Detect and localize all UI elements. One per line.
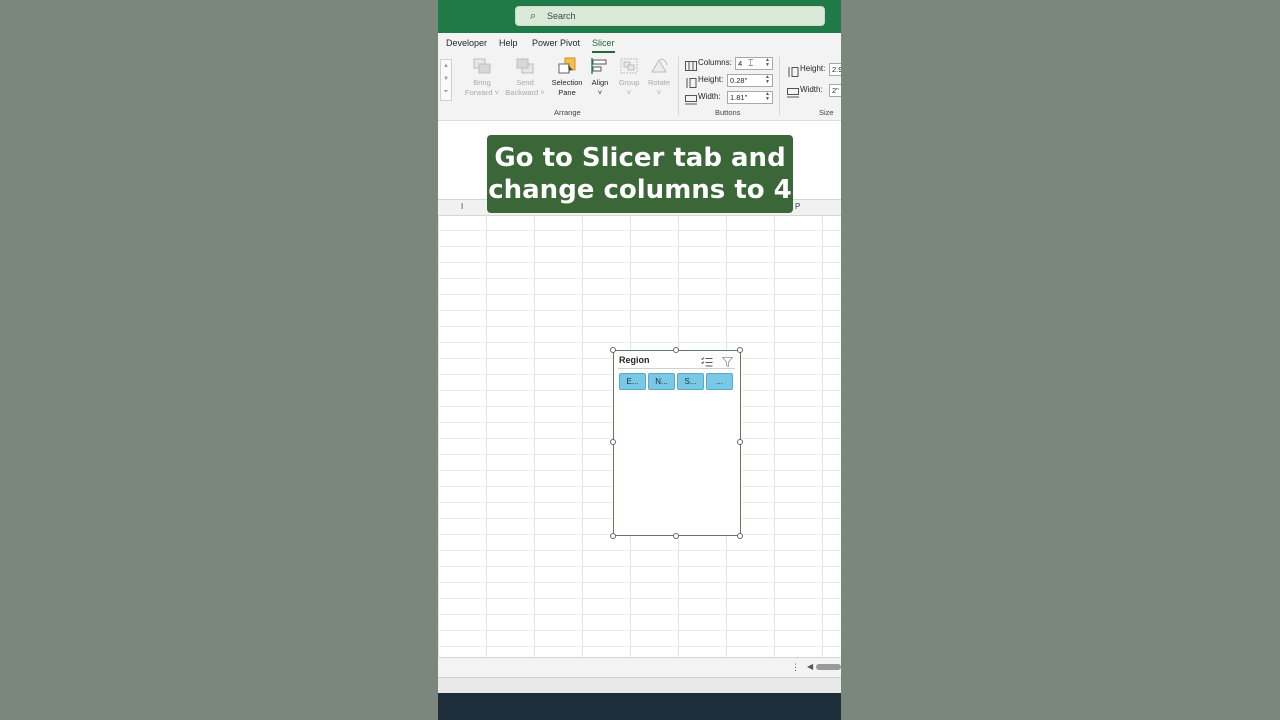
group-separator xyxy=(779,57,780,115)
width-icon xyxy=(685,92,697,105)
more-options-icon[interactable]: ⋮ xyxy=(791,662,800,673)
slicer-item-3[interactable]: S... xyxy=(677,373,704,390)
slicer-width-input[interactable]: 2" xyxy=(829,84,841,97)
text-cursor-icon: ⌶ xyxy=(748,58,754,68)
send-backward-button[interactable]: Send Backward ˅ xyxy=(505,57,545,98)
bring-forward-icon xyxy=(472,57,492,75)
slicer-height-input[interactable]: 2.9 xyxy=(829,63,841,76)
send-backward-label-1: Send xyxy=(516,78,534,87)
group-separator xyxy=(678,57,679,115)
slicer-item-2[interactable]: N... xyxy=(648,373,675,390)
column-header-i[interactable]: I xyxy=(461,202,463,211)
align-icon xyxy=(590,57,610,75)
status-bar xyxy=(438,677,841,694)
gallery-up-icon: ▲ xyxy=(443,63,449,69)
slicer-height-field: Height: 2.9 xyxy=(787,63,841,77)
bring-forward-button[interactable]: Bring Forward ˅ xyxy=(462,57,502,98)
columns-spinner[interactable]: ▲ ▼ xyxy=(765,58,770,68)
rotate-icon xyxy=(649,57,669,75)
slicer-item-4[interactable]: ... xyxy=(706,373,733,390)
slicer-title: Region xyxy=(619,355,650,365)
callout-line-2: change columns to 4 xyxy=(488,175,792,205)
columns-input[interactable]: 4 ⌶ ▲ ▼ xyxy=(735,57,773,70)
size-group-label: Size xyxy=(819,108,834,117)
sheet-tab-bar: ⋮ ◀ xyxy=(438,657,841,678)
horizontal-scrollbar[interactable] xyxy=(816,664,841,670)
button-width-field: Width: 1.81" ▲ ▼ xyxy=(685,91,775,105)
excel-window: ⌕ Search Developer Help Power Pivot Slic… xyxy=(438,0,841,720)
send-backward-label-2: Backward ˅ xyxy=(505,88,545,97)
send-backward-icon xyxy=(515,57,535,75)
clear-filter-icon[interactable] xyxy=(721,354,734,368)
group-icon xyxy=(619,57,639,75)
bring-forward-label-1: Bring xyxy=(473,78,491,87)
slicer-buttons: E... N... S... ... xyxy=(619,373,737,391)
height-icon xyxy=(685,75,697,88)
slicer-width-value: 2" xyxy=(832,86,839,95)
title-bar: ⌕ Search xyxy=(438,0,841,33)
search-placeholder: Search xyxy=(547,11,576,21)
column-header-p[interactable]: P xyxy=(795,202,800,211)
resize-handle-left[interactable] xyxy=(610,439,616,445)
resize-handle-bottom-left[interactable] xyxy=(610,533,616,539)
tab-developer[interactable]: Developer xyxy=(446,38,487,48)
callout-line-1: Go to Slicer tab and xyxy=(494,143,786,173)
resize-handle-bottom[interactable] xyxy=(673,533,679,539)
slicer-height-value: 2.9 xyxy=(832,65,841,74)
button-height-label: Height: xyxy=(698,75,724,84)
columns-label: Columns: xyxy=(698,58,732,67)
instruction-callout: Go to Slicer tab and change columns to 4 xyxy=(487,135,793,213)
search-icon: ⌕ xyxy=(530,10,537,22)
slicer-height-label: Height: xyxy=(800,64,826,73)
button-height-spinner[interactable]: ▲ ▼ xyxy=(765,75,770,85)
columns-icon xyxy=(685,58,697,71)
resize-handle-right[interactable] xyxy=(737,439,743,445)
slicer-item-1[interactable]: E... xyxy=(619,373,646,390)
region-slicer[interactable]: Region E... N... S... ... xyxy=(613,350,741,536)
rotate-button[interactable]: Rotate ˅ xyxy=(639,57,679,98)
ribbon-tabs: Developer Help Power Pivot Slicer xyxy=(438,33,841,53)
button-width-label: Width: xyxy=(698,92,721,101)
slicer-width-field: Width: 2" xyxy=(787,84,841,98)
button-height-input[interactable]: 0.28" ▲ ▼ xyxy=(727,74,773,87)
tab-slicer[interactable]: Slicer xyxy=(592,38,615,53)
button-height-value: 0.28" xyxy=(730,76,748,85)
button-width-input[interactable]: 1.81" ▲ ▼ xyxy=(727,91,773,104)
height-icon xyxy=(787,64,799,77)
resize-handle-top[interactable] xyxy=(673,347,679,353)
resize-handle-bottom-right[interactable] xyxy=(737,533,743,539)
button-height-field: Height: 0.28" ▲ ▼ xyxy=(685,74,775,88)
width-icon xyxy=(787,85,799,98)
resize-handle-top-right[interactable] xyxy=(737,347,743,353)
columns-field: Columns: 4 ⌶ ▲ ▼ xyxy=(685,57,775,71)
tab-help[interactable]: Help xyxy=(499,38,518,48)
button-width-spinner[interactable]: ▲ ▼ xyxy=(765,92,770,102)
taskbar xyxy=(438,693,841,720)
gallery-more-icon: ⏷ xyxy=(443,89,449,95)
slicer-header-divider xyxy=(618,368,735,369)
gallery-down-icon: ▼ xyxy=(443,76,449,82)
rotate-label: Rotate xyxy=(647,78,671,87)
multi-select-icon[interactable] xyxy=(701,354,713,367)
slicer-width-label: Width: xyxy=(800,85,823,94)
slicer-styles-scroll[interactable]: ▲ ▼ ⏷ xyxy=(440,59,452,101)
search-box[interactable]: ⌕ Search xyxy=(515,6,825,26)
arrange-group-label: Arrange xyxy=(554,108,581,117)
ribbon: ▲ ▼ ⏷ Bring Forward ˅ Send Backward ˅ Se… xyxy=(438,53,841,121)
bring-forward-label-2: Forward ˅ xyxy=(465,88,499,97)
columns-value: 4 xyxy=(738,59,743,68)
scroll-left-icon[interactable]: ◀ xyxy=(807,662,813,671)
resize-handle-top-left[interactable] xyxy=(610,347,616,353)
buttons-group-label: Buttons xyxy=(715,108,741,117)
button-width-value: 1.81" xyxy=(730,93,748,102)
tab-power-pivot[interactable]: Power Pivot xyxy=(532,38,580,48)
rotate-dropdown-indicator: ˅ xyxy=(656,88,662,97)
selection-pane-icon xyxy=(557,57,577,75)
